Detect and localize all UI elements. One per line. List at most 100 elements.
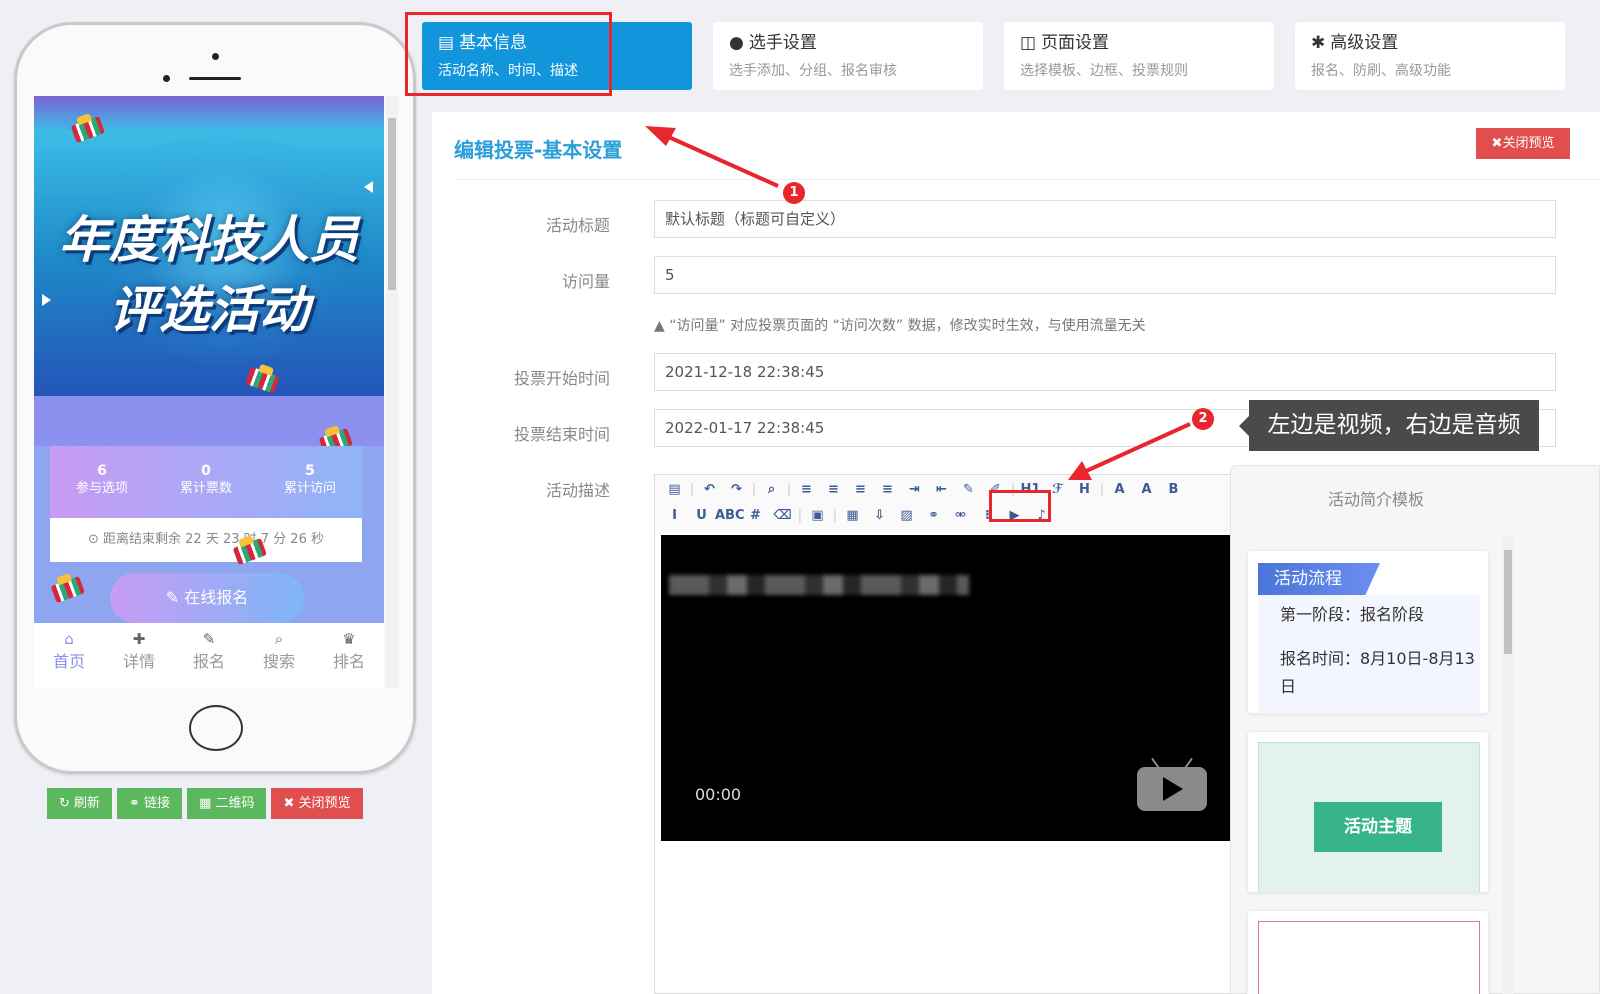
phone-camera <box>163 75 170 82</box>
field-label-title: 活动标题 <box>545 216 610 235</box>
search-icon: ⌕ <box>274 630 284 648</box>
columns-icon: ◫ <box>1020 33 1037 53</box>
trophy-icon: ♛ <box>342 630 356 648</box>
template-line: 报名时间：8月10日-8月13日 <box>1280 649 1475 696</box>
annotation-highlight-tab <box>405 12 612 96</box>
tab-title: 高级设置 <box>1330 33 1399 53</box>
stat-label: 累计访问 <box>283 481 336 496</box>
qrcode-button[interactable]: ▦ 二维码 <box>187 788 267 819</box>
tab-subtitle: 报名、防刷、高级功能 <box>1311 63 1451 79</box>
phone-screen[interactable]: 年度科技人员 评选活动 6 参与选项 0 累计票数 5 累计访问 ⊙ 距离结束剩… <box>34 96 384 688</box>
table-icon[interactable]: ▦ <box>839 505 866 527</box>
preview-button-group: ↻ 刷新 ⚭ 链接 ▦ 二维码 ✖ 关闭预览 <box>47 788 363 819</box>
template-background <box>1258 921 1480 994</box>
close-preview-button[interactable]: ✖关闭预览 <box>1476 128 1570 159</box>
video-player[interactable]: 00:00 <box>661 535 1239 841</box>
template-card-process[interactable]: 活动流程 第一阶段：报名阶段 报名时间：8月10日-8月13日 <box>1247 550 1489 714</box>
refresh-button[interactable]: ↻ 刷新 <box>47 788 113 819</box>
annotation-badge-2: 2 <box>1192 408 1214 430</box>
align-right-icon[interactable]: ≡ <box>847 479 874 501</box>
tab-title: 选手设置 <box>748 33 817 53</box>
nav-home[interactable]: ⌂ 首页 <box>34 623 104 688</box>
stat-value: 5 <box>305 463 315 479</box>
gift-decoration-icon <box>245 361 286 396</box>
stat-votes: 0 累计票数 <box>154 446 258 518</box>
annotation-tooltip: 左边是视频，右边是音频 <box>1249 400 1539 451</box>
italic-icon[interactable]: I <box>661 505 688 527</box>
format-brush-icon[interactable]: ✎ <box>955 479 982 501</box>
rich-text-editor[interactable]: ▤ | ↶ ↷ | ⌕ | ≡ ≡ ≡ ≡ ⇥ ⇤ ✎ ✐ | H1 ℱ H | A A B I U ABC # ⌫ | ▣ | ▦ ⇩ ▨ ⚭ ⚮… <box>654 474 1246 994</box>
align-justify-icon[interactable]: ≡ <box>874 479 901 501</box>
video-time: 00:00 <box>695 785 742 804</box>
link-button[interactable]: ⚭ 链接 <box>117 788 183 819</box>
strikethrough-icon[interactable]: ABC <box>715 505 745 527</box>
toolbar-separator: | <box>1099 482 1105 497</box>
start-time-input[interactable]: 2021-12-18 22:38:45 <box>654 353 1556 391</box>
nav-search[interactable]: ⌕ 搜索 <box>244 623 314 688</box>
tab-subtitle: 选手添加、分组、报名审核 <box>729 63 897 79</box>
insert-row-icon[interactable]: ⇩ <box>866 505 893 527</box>
tab-page-settings[interactable]: ◫ 页面设置 选择模板、边框、投票规则 <box>1004 22 1274 90</box>
phone-bottom-nav: ⌂ 首页 ✚ 详情 ✎ 报名 ⌕ 搜索 ♛ 排名 <box>34 623 384 688</box>
nav-label: 首页 <box>52 652 85 671</box>
gift-decoration-icon <box>49 569 90 605</box>
tooltip-pointer <box>1239 416 1249 436</box>
highlight-color-icon[interactable]: A <box>1133 479 1160 501</box>
source-icon[interactable]: ▤ <box>661 479 688 501</box>
template-heading: 活动流程 <box>1258 563 1380 595</box>
visits-input[interactable]: 5 <box>654 256 1556 294</box>
underline-icon[interactable]: U <box>688 505 715 527</box>
template-card-bordered[interactable] <box>1247 910 1489 994</box>
undo-icon[interactable]: ↶ <box>696 479 723 501</box>
tab-advanced-settings[interactable]: ✱ 高级设置 报名、防刷、高级功能 <box>1295 22 1565 90</box>
tab-contestant-settings[interactable]: ● 选手设置 选手添加、分组、报名审核 <box>713 22 983 90</box>
unlink-icon[interactable]: ⚮ <box>947 505 974 527</box>
scrollbar-thumb[interactable] <box>1504 550 1512 654</box>
banner-title-line1: 年度科技人员 <box>59 211 359 269</box>
play-video-icon[interactable] <box>1137 757 1207 811</box>
close-preview-button[interactable]: ✖ 关闭预览 <box>271 788 363 819</box>
scrollbar-thumb[interactable] <box>388 118 396 290</box>
video-title-blurred <box>669 575 969 595</box>
bold-icon[interactable]: B <box>1160 479 1187 501</box>
activity-title-input[interactable]: 默认标题（标题可自定义） <box>654 200 1556 238</box>
image-icon[interactable]: ▨ <box>893 505 920 527</box>
template-body: 第一阶段：报名阶段 报名时间：8月10日-8月13日 <box>1258 595 1480 713</box>
phone-scrollbar[interactable] <box>386 96 398 688</box>
nav-rank[interactable]: ♛ 排名 <box>314 623 384 688</box>
template-sidebar: 活动简介模板 活动流程 第一阶段：报名阶段 报名时间：8月10日-8月13日 活… <box>1230 465 1600 994</box>
redo-icon[interactable]: ↷ <box>723 479 750 501</box>
template-scrollbar[interactable] <box>1503 536 1513 994</box>
outdent-icon[interactable]: ⇤ <box>928 479 955 501</box>
stat-label: 累计票数 <box>179 481 232 496</box>
insert-image-icon[interactable]: ▣ <box>804 505 831 527</box>
nav-label: 排名 <box>332 652 365 671</box>
nav-signup[interactable]: ✎ 报名 <box>174 623 244 688</box>
phone-speaker <box>189 77 241 80</box>
online-signup-button[interactable]: ✎ 在线报名 <box>110 573 304 623</box>
visits-hint: ▲ “访问量” 对应投票页面的 “访问次数” 数据，修改实时生效，与使用流量无关 <box>654 318 1146 334</box>
font-color-icon[interactable]: A <box>1106 479 1133 501</box>
stat-visits: 5 累计访问 <box>258 446 362 518</box>
link-icon[interactable]: ⚭ <box>920 505 947 527</box>
nav-detail[interactable]: ✚ 详情 <box>104 623 174 688</box>
preview-icon[interactable]: ⌕ <box>758 479 785 501</box>
template-badge: 活动主题 <box>1314 802 1442 852</box>
activity-banner: 年度科技人员 评选活动 <box>34 96 384 396</box>
eraser-icon[interactable]: ⌫ <box>769 505 796 527</box>
stat-label: 参与选项 <box>75 481 128 496</box>
table-grid-icon[interactable]: # <box>742 505 769 527</box>
align-center-icon[interactable]: ≡ <box>820 479 847 501</box>
annotation-badge-1: 1 <box>783 182 805 204</box>
gift-icon: ✚ <box>132 630 146 648</box>
template-card-theme[interactable]: 活动主题 <box>1247 731 1489 893</box>
gift-decoration-icon <box>69 109 110 145</box>
carousel-next-icon[interactable] <box>42 294 51 306</box>
template-line: 第一阶段：报名阶段 <box>1280 605 1425 624</box>
carousel-prev-icon[interactable] <box>364 181 373 193</box>
align-left-icon[interactable]: ≡ <box>793 479 820 501</box>
font-size-icon[interactable]: H <box>1071 479 1098 501</box>
basic-settings-panel: 编辑投票-基本设置 ✖关闭预览 活动标题 默认标题（标题可自定义） 访问量 5 … <box>432 112 1600 994</box>
field-label-visits: 访问量 <box>561 272 610 291</box>
indent-icon[interactable]: ⇥ <box>901 479 928 501</box>
